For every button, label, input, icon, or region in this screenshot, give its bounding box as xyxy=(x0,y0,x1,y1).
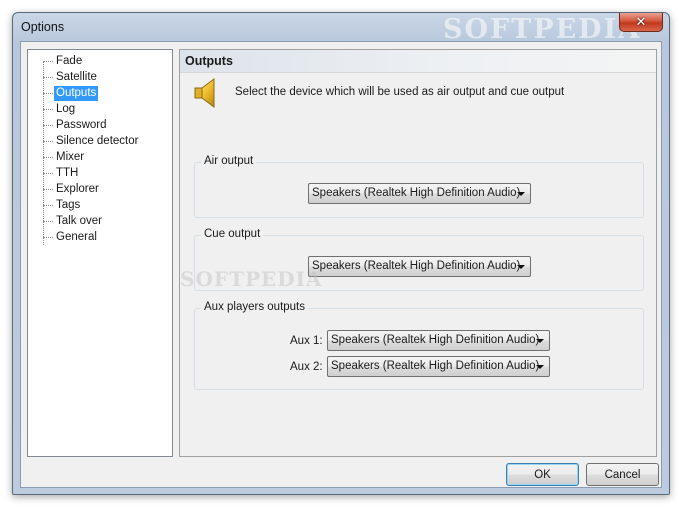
air-output-group: Air output Speakers (Realtek High Defini… xyxy=(194,155,644,218)
tree-item-talk-over[interactable]: Talk over xyxy=(43,213,104,229)
aux-outputs-group: Aux players outputs Aux 1: Speakers (Rea… xyxy=(194,301,644,390)
panel-description: Select the device which will be used as … xyxy=(235,86,565,98)
tree-dash xyxy=(43,108,53,110)
tree-item-label: General xyxy=(56,230,97,243)
tree-dash xyxy=(43,220,53,222)
air-output-label: Air output xyxy=(201,155,257,167)
tree-dash xyxy=(43,172,53,174)
tree-item-label: Mixer xyxy=(56,150,85,163)
aux2-label: Aux 2: xyxy=(290,361,323,373)
cancel-button[interactable]: Cancel xyxy=(586,463,659,486)
aux1-label: Aux 1: xyxy=(290,335,323,347)
tree-item-label: Log xyxy=(56,102,76,115)
close-icon: ✕ xyxy=(635,14,647,29)
cue-output-label: Cue output xyxy=(201,228,264,240)
outputs-panel: Outputs Select the device which will be … xyxy=(179,49,657,457)
tree-item-label: TTH xyxy=(56,166,79,179)
client-area: Fade Satellite Outputs Log Password Sile… xyxy=(20,41,662,488)
chevron-down-icon xyxy=(517,192,525,196)
panel-title: Outputs xyxy=(185,54,233,68)
chevron-down-icon xyxy=(536,365,544,369)
aux2-dropdown[interactable]: Speakers (Realtek High Definition Audio) xyxy=(327,356,550,377)
tree-dash xyxy=(43,92,53,94)
tree-item-label: Tags xyxy=(56,198,81,211)
tree-dash xyxy=(43,124,53,126)
tree-item-label: Password xyxy=(56,118,107,131)
aux-outputs-label: Aux players outputs xyxy=(201,301,309,313)
tree-dash xyxy=(43,140,53,142)
tree-dash xyxy=(43,156,53,158)
tree-item-label: Silence detector xyxy=(56,134,139,147)
tree-item-label: Outputs xyxy=(54,85,99,101)
tree-item-tags[interactable]: Tags xyxy=(43,197,82,213)
aux2-value: Speakers (Realtek High Definition Audio) xyxy=(331,360,540,372)
cue-output-value: Speakers (Realtek High Definition Audio) xyxy=(312,260,521,272)
window-title: Options xyxy=(21,20,65,34)
air-output-dropdown[interactable]: Speakers (Realtek High Definition Audio) xyxy=(308,183,531,204)
speaker-icon xyxy=(194,78,215,108)
panel-header: Outputs xyxy=(180,50,656,73)
air-output-value: Speakers (Realtek High Definition Audio) xyxy=(312,187,521,199)
tree-dash xyxy=(43,60,53,62)
tree-item-tth[interactable]: TTH xyxy=(43,165,80,181)
chevron-down-icon xyxy=(517,265,525,269)
tree-item-label: Satellite xyxy=(56,70,97,83)
options-tree: Fade Satellite Outputs Log Password Sile… xyxy=(27,49,173,457)
tree-dash xyxy=(43,236,53,238)
tree-item-label: Talk over xyxy=(56,214,103,227)
tree-dash xyxy=(43,188,53,190)
title-bar[interactable]: Options SOFTPEDIA ✕ xyxy=(13,13,669,45)
tree-item-outputs[interactable]: Outputs xyxy=(43,85,99,101)
tree-dash xyxy=(43,76,53,78)
cue-output-dropdown[interactable]: Speakers (Realtek High Definition Audio) xyxy=(308,256,531,277)
tree-item-log[interactable]: Log xyxy=(43,101,77,117)
watermark-center: SOFTPEDIA xyxy=(180,267,323,291)
ok-button[interactable]: OK xyxy=(506,463,579,486)
options-window: Options SOFTPEDIA ✕ Fade Satellite Outpu… xyxy=(12,12,670,495)
close-button[interactable]: ✕ xyxy=(619,13,663,32)
tree-item-general[interactable]: General xyxy=(43,229,99,245)
tree-item-label: Explorer xyxy=(56,182,99,195)
aux1-dropdown[interactable]: Speakers (Realtek High Definition Audio) xyxy=(327,330,550,351)
tree-item-mixer[interactable]: Mixer xyxy=(43,149,86,165)
tree-item-silence-detector[interactable]: Silence detector xyxy=(43,133,140,149)
tree-item-password[interactable]: Password xyxy=(43,117,109,133)
tree-item-fade[interactable]: Fade xyxy=(43,53,84,69)
aux1-value: Speakers (Realtek High Definition Audio) xyxy=(331,334,540,346)
tree-item-explorer[interactable]: Explorer xyxy=(43,181,101,197)
tree-item-label: Fade xyxy=(56,54,83,67)
tree-item-satellite[interactable]: Satellite xyxy=(43,69,99,85)
chevron-down-icon xyxy=(536,339,544,343)
tree-dash xyxy=(43,204,53,206)
